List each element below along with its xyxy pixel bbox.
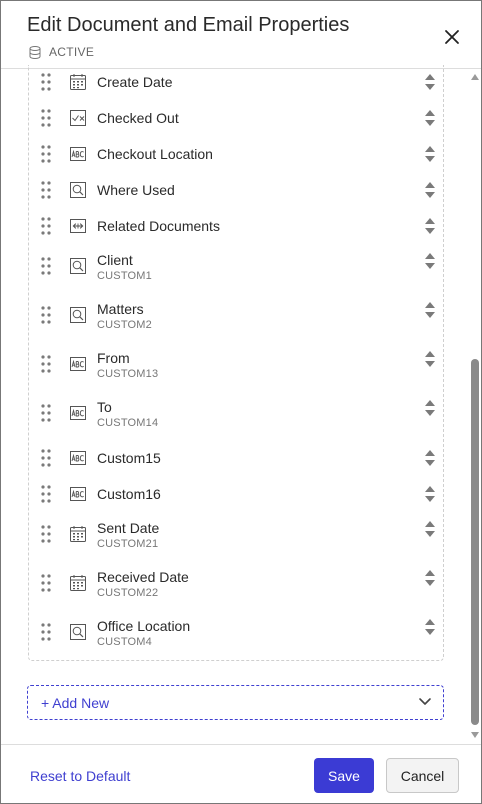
field-custom-id: CUSTOM21 <box>97 538 159 550</box>
field-custom-id: CUSTOM1 <box>97 270 152 282</box>
field-label: Received Date <box>97 569 189 585</box>
text-field-icon <box>70 147 86 161</box>
field-label: Create Date <box>97 74 173 90</box>
field-label: Checked Out <box>97 110 179 126</box>
search-field-icon <box>70 182 86 198</box>
field-label: Matters <box>97 301 144 317</box>
edit-properties-dialog: Edit Document and Email Properties ACTIV… <box>0 0 482 804</box>
drag-handle-icon[interactable] <box>41 525 51 543</box>
cancel-button[interactable]: Cancel <box>386 758 459 793</box>
save-button[interactable]: Save <box>314 758 374 793</box>
drag-handle-icon[interactable] <box>41 181 51 199</box>
sort-arrows-icon[interactable] <box>424 448 436 468</box>
sort-arrows-icon[interactable] <box>424 349 436 369</box>
close-icon[interactable] <box>441 26 463 48</box>
dialog-footer: Reset to Default Save Cancel <box>1 744 481 803</box>
drag-handle-icon[interactable] <box>41 404 51 422</box>
scrollbar-thumb[interactable] <box>471 359 479 725</box>
related-link-icon <box>70 219 86 233</box>
search-field-icon <box>70 307 86 323</box>
sort-arrows-icon[interactable] <box>424 300 436 320</box>
dialog-header: Edit Document and Email Properties ACTIV… <box>1 1 481 69</box>
field-custom-id: CUSTOM2 <box>97 319 152 331</box>
field-row[interactable]: Custom15 <box>29 441 443 477</box>
add-new-label: + Add New <box>41 695 110 711</box>
drag-handle-icon[interactable] <box>41 217 51 235</box>
database-label: ACTIVE <box>49 45 95 59</box>
field-row[interactable]: Office Location CUSTOM4 <box>29 611 443 660</box>
drag-handle-icon[interactable] <box>41 449 51 467</box>
scroll-up-arrow-icon[interactable] <box>471 73 479 80</box>
field-custom-id: CUSTOM4 <box>97 636 152 648</box>
sort-arrows-icon[interactable] <box>424 251 436 271</box>
field-label: Sent Date <box>97 520 160 536</box>
field-row[interactable]: Where Used <box>29 173 443 209</box>
field-row[interactable]: Received Date CUSTOM22 <box>29 562 443 611</box>
sort-arrows-icon[interactable] <box>424 519 436 539</box>
sort-arrows-icon[interactable] <box>424 568 436 588</box>
sort-arrows-icon[interactable] <box>424 144 436 164</box>
drag-handle-icon[interactable] <box>41 257 51 275</box>
field-row[interactable]: Checked Out <box>29 101 443 137</box>
drag-handle-icon[interactable] <box>41 109 51 127</box>
field-row[interactable]: Client CUSTOM1 <box>29 245 443 294</box>
field-label: Where Used <box>97 182 175 198</box>
field-list: Create Date Checked Out Checkout Location W… <box>28 65 444 661</box>
field-custom-id: CUSTOM14 <box>97 417 159 429</box>
text-field-icon <box>70 406 86 420</box>
sort-arrows-icon[interactable] <box>424 398 436 418</box>
field-label: Custom16 <box>97 486 161 502</box>
sort-arrows-icon[interactable] <box>424 108 436 128</box>
sort-arrows-icon[interactable] <box>424 180 436 200</box>
drag-handle-icon[interactable] <box>41 306 51 324</box>
drag-handle-icon[interactable] <box>41 73 51 91</box>
field-label: Office Location <box>97 618 191 634</box>
field-row[interactable]: From CUSTOM13 <box>29 343 443 392</box>
text-field-icon <box>70 487 86 501</box>
drag-handle-icon[interactable] <box>41 355 51 373</box>
database-indicator: ACTIVE <box>29 45 94 59</box>
drag-handle-icon[interactable] <box>41 145 51 163</box>
drag-handle-icon[interactable] <box>41 623 51 641</box>
search-field-icon <box>70 624 86 640</box>
field-row[interactable]: Sent Date CUSTOM21 <box>29 513 443 562</box>
text-field-icon <box>70 451 86 465</box>
field-label: To <box>97 399 112 415</box>
calendar-icon <box>70 575 86 591</box>
add-new-dropdown[interactable]: + Add New <box>27 685 444 720</box>
search-field-icon <box>70 258 86 274</box>
field-label: Client <box>97 252 133 268</box>
field-row[interactable]: To CUSTOM14 <box>29 392 443 441</box>
field-row[interactable]: Checkout Location <box>29 137 443 173</box>
dialog-title: Edit Document and Email Properties <box>27 14 350 36</box>
sort-arrows-icon[interactable] <box>424 484 436 504</box>
database-icon <box>29 45 41 59</box>
field-row[interactable]: Matters CUSTOM2 <box>29 294 443 343</box>
calendar-icon <box>70 526 86 542</box>
field-label: From <box>97 350 130 366</box>
field-label: Checkout Location <box>97 146 213 162</box>
checkbox-icon <box>70 110 86 126</box>
scroll-down-arrow-icon[interactable] <box>471 732 479 739</box>
drag-handle-icon[interactable] <box>41 485 51 503</box>
field-custom-id: CUSTOM22 <box>97 587 159 599</box>
reset-to-default-link[interactable]: Reset to Default <box>30 768 130 784</box>
sort-arrows-icon[interactable] <box>424 216 436 236</box>
field-row[interactable]: Related Documents <box>29 209 443 245</box>
field-custom-id: CUSTOM13 <box>97 368 159 380</box>
text-field-icon <box>70 357 86 371</box>
sort-arrows-icon[interactable] <box>424 72 436 92</box>
scrollbar[interactable] <box>468 69 482 745</box>
sort-arrows-icon[interactable] <box>424 617 436 637</box>
calendar-icon <box>70 74 86 90</box>
field-row[interactable]: Create Date <box>29 65 443 101</box>
field-label: Related Documents <box>97 218 220 234</box>
field-label: Custom15 <box>97 450 161 466</box>
chevron-down-icon <box>419 698 431 705</box>
drag-handle-icon[interactable] <box>41 574 51 592</box>
field-row[interactable]: Custom16 <box>29 477 443 513</box>
